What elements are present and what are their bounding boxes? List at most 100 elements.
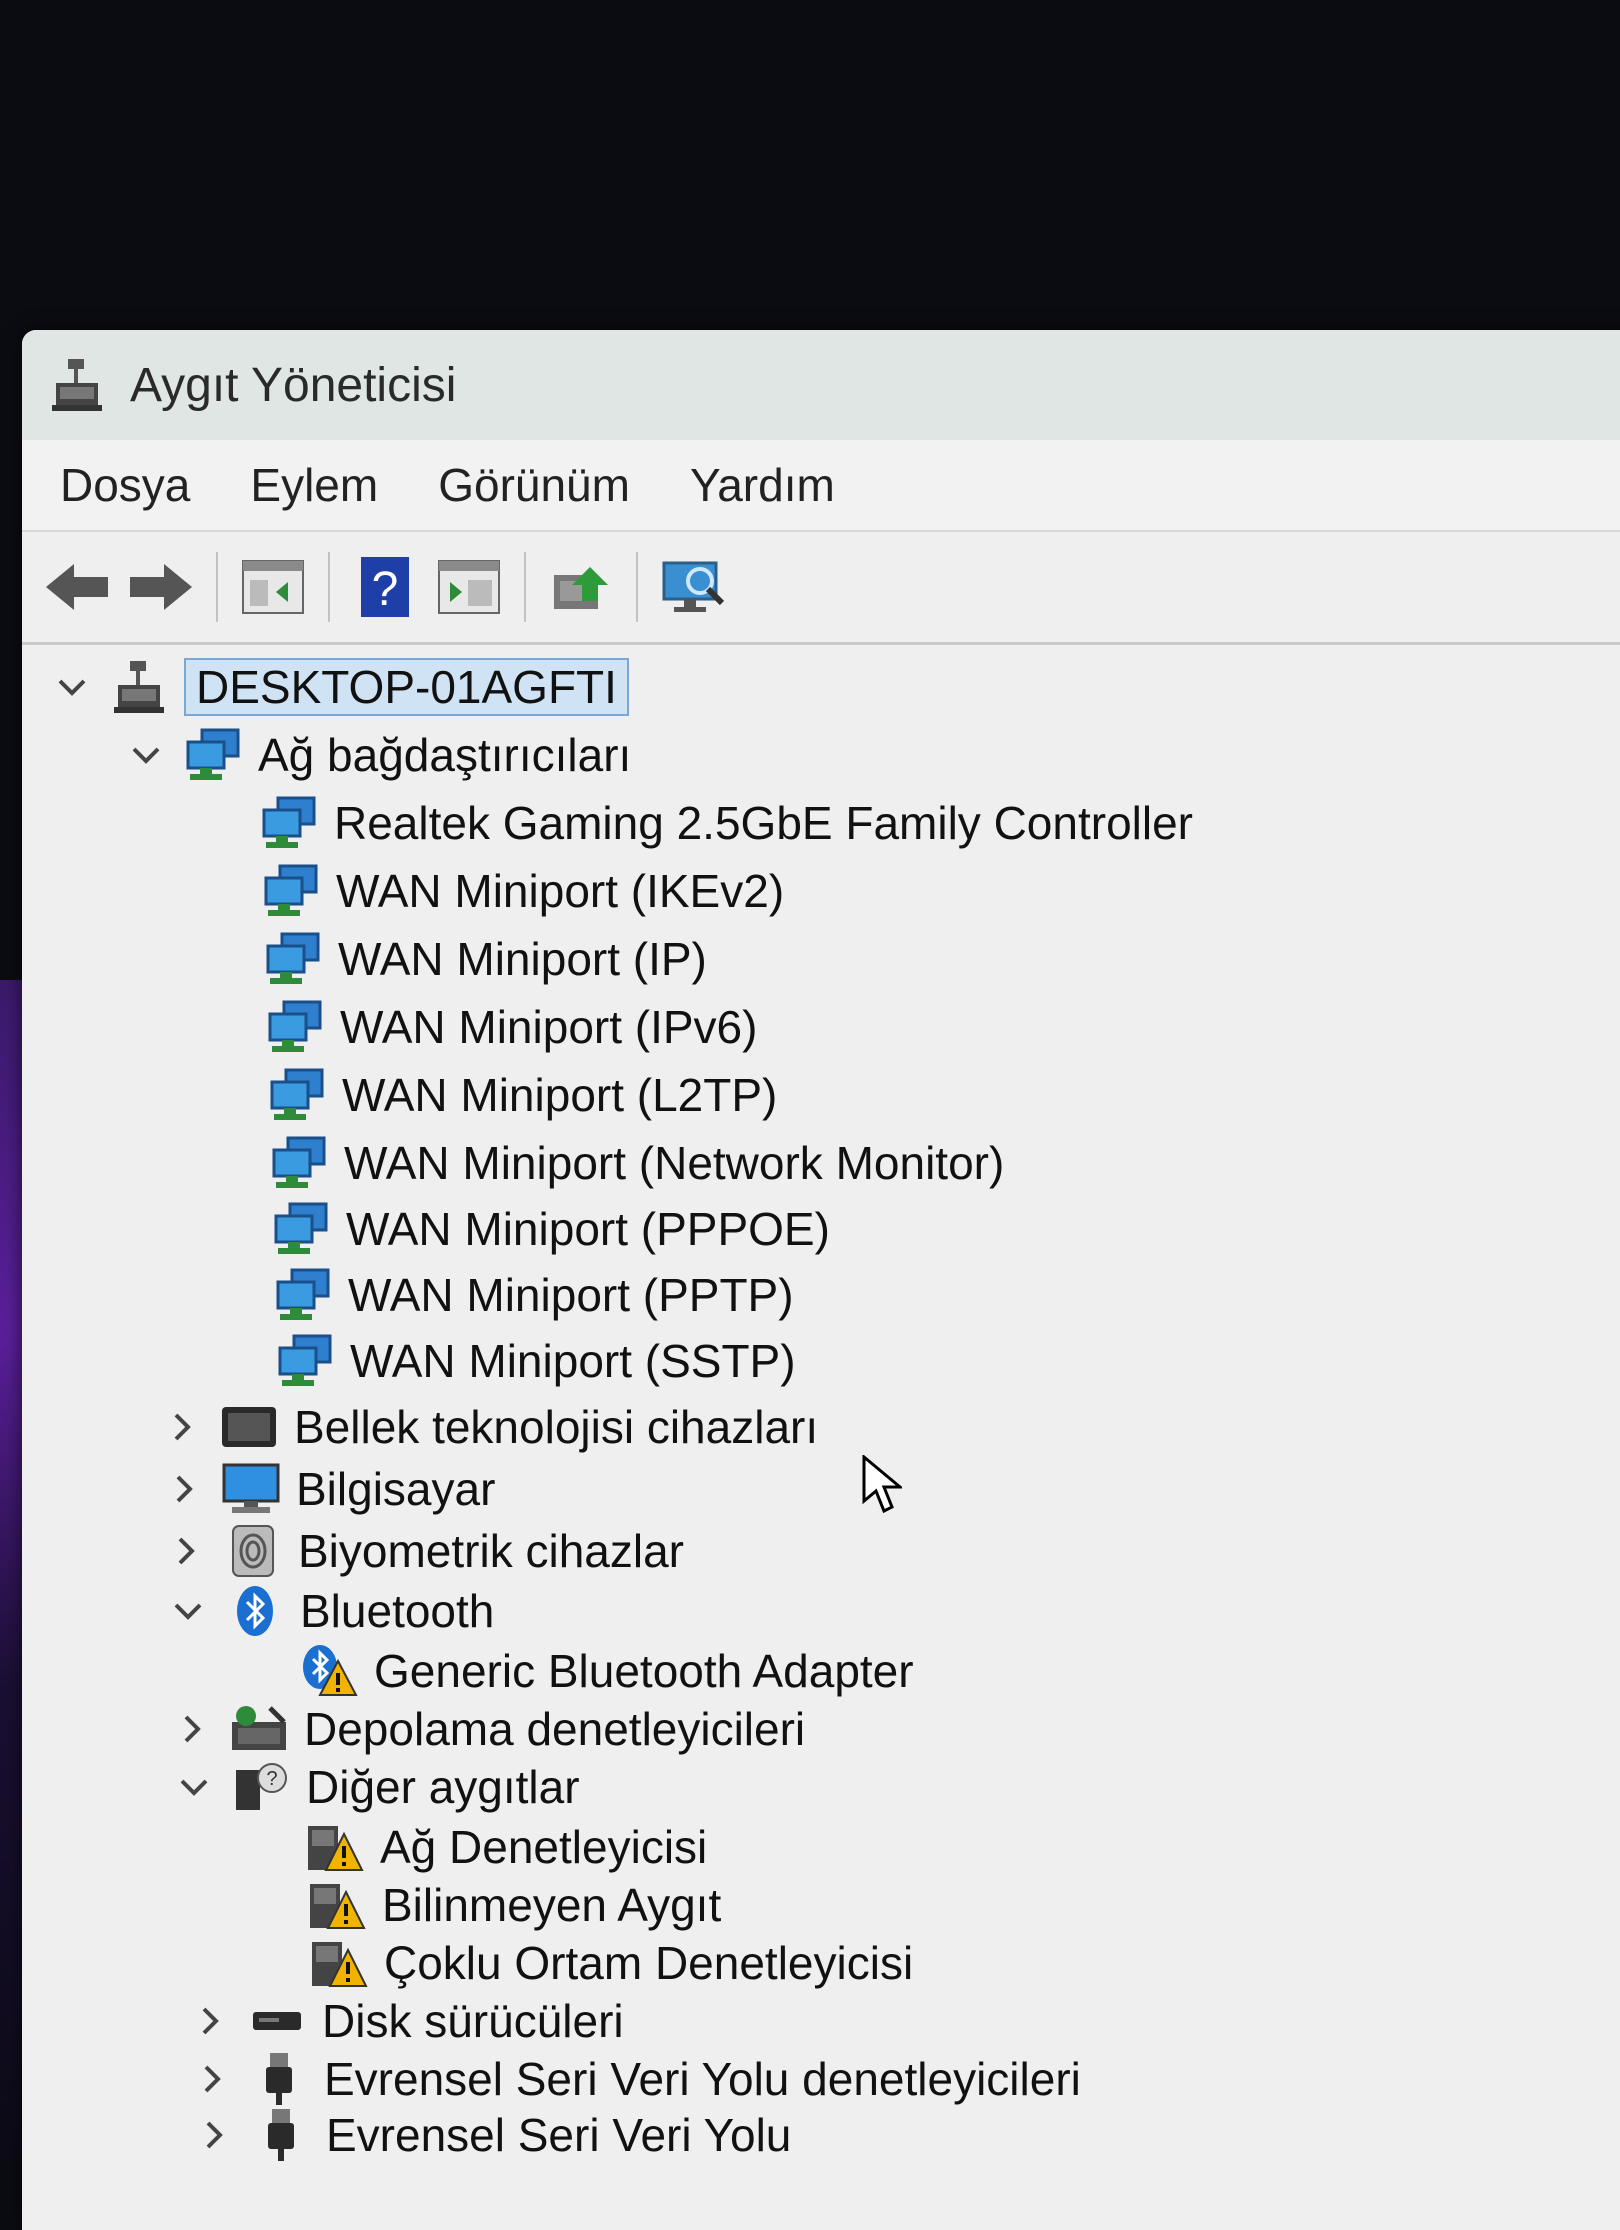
category-biometric[interactable]: Biyometrik cihazlar bbox=[166, 1521, 684, 1581]
device-label: Realtek Gaming 2.5GbE Family Controller bbox=[334, 797, 1193, 849]
device-item[interactable]: WAN Miniport (IP) bbox=[264, 929, 707, 989]
network-adapter-icon bbox=[276, 1332, 334, 1390]
toolbar: ? bbox=[22, 532, 1620, 645]
device-tree: DESKTOP-01AGFTI Ağ bağdaştırıcıları Real… bbox=[22, 645, 1620, 2161]
chevron-down-icon[interactable] bbox=[126, 735, 166, 775]
toolbar-separator bbox=[328, 552, 330, 622]
title-bar[interactable]: Aygıt Yöneticisi bbox=[22, 330, 1620, 440]
usb-plug-icon bbox=[252, 2106, 310, 2164]
menu-eylem[interactable]: Eylem bbox=[250, 458, 378, 512]
scan-hardware-icon bbox=[662, 561, 725, 612]
chevron-right-icon[interactable] bbox=[194, 2115, 234, 2155]
device-item[interactable]: Ağ Denetleyicisi bbox=[306, 1817, 707, 1877]
bluetooth-icon bbox=[226, 1582, 284, 1640]
storage-controller-icon bbox=[230, 1700, 288, 1758]
category-label: Depolama denetleyicileri bbox=[304, 1703, 806, 1755]
chevron-down-icon[interactable] bbox=[52, 667, 92, 707]
properties-button[interactable] bbox=[432, 550, 506, 624]
category-usb-2[interactable]: Evrensel Seri Veri Yolu bbox=[194, 2105, 791, 2165]
network-adapter-icon bbox=[184, 726, 242, 784]
category-label: Biyometrik cihazlar bbox=[298, 1525, 684, 1577]
menu-dosya[interactable]: Dosya bbox=[60, 458, 190, 512]
unknown-device-icon: ? bbox=[232, 1758, 290, 1816]
category-other-devices[interactable]: ? Diğer aygıtlar bbox=[174, 1757, 580, 1817]
console-tree-button[interactable] bbox=[236, 550, 310, 624]
menu-yardim[interactable]: Yardım bbox=[690, 458, 835, 512]
chevron-right-icon[interactable] bbox=[172, 1709, 212, 1749]
network-adapter-icon bbox=[270, 1134, 328, 1192]
disk-drive-icon bbox=[248, 1992, 306, 2050]
network-adapter-icon bbox=[268, 1066, 326, 1124]
device-item[interactable]: WAN Miniport (IPv6) bbox=[266, 997, 757, 1057]
device-item[interactable]: Bilinmeyen Aygıt bbox=[308, 1875, 721, 1935]
mouse-cursor-icon bbox=[862, 1455, 902, 1514]
category-bluetooth[interactable]: Bluetooth bbox=[168, 1581, 494, 1641]
device-item[interactable]: WAN Miniport (L2TP) bbox=[268, 1065, 777, 1125]
device-label: WAN Miniport (PPPOE) bbox=[346, 1203, 830, 1255]
device-item[interactable]: WAN Miniport (SSTP) bbox=[276, 1331, 796, 1391]
menu-gorunum[interactable]: Görünüm bbox=[438, 458, 630, 512]
network-adapter-icon bbox=[262, 862, 320, 920]
chevron-right-icon[interactable] bbox=[190, 2001, 230, 2041]
toolbar-separator bbox=[636, 552, 638, 622]
device-item[interactable]: WAN Miniport (PPPOE) bbox=[272, 1199, 830, 1259]
forward-button[interactable] bbox=[124, 550, 198, 624]
chevron-right-icon[interactable] bbox=[166, 1531, 206, 1571]
device-label: WAN Miniport (L2TP) bbox=[342, 1069, 778, 1121]
memory-chip-icon bbox=[220, 1398, 278, 1456]
computer-node-icon bbox=[110, 658, 168, 716]
chevron-right-icon[interactable] bbox=[164, 1469, 204, 1509]
fingerprint-icon bbox=[224, 1522, 282, 1580]
help-button[interactable]: ? bbox=[348, 550, 422, 624]
help-icon: ? bbox=[361, 557, 409, 617]
device-label: Bilinmeyen Aygıt bbox=[382, 1879, 722, 1931]
back-arrow-icon bbox=[46, 564, 108, 610]
device-label: WAN Miniport (IPv6) bbox=[340, 1001, 758, 1053]
category-network-adapters[interactable]: Ağ bağdaştırıcıları bbox=[126, 725, 631, 785]
category-storage[interactable]: Depolama denetleyicileri bbox=[172, 1699, 805, 1759]
menu-bar: Dosya Eylem Görünüm Yardım bbox=[22, 440, 1620, 532]
toolbar-separator bbox=[216, 552, 218, 622]
chevron-right-icon[interactable] bbox=[192, 2059, 232, 2099]
device-label: WAN Miniport (PPTP) bbox=[348, 1269, 794, 1321]
device-item[interactable]: WAN Miniport (Network Monitor) bbox=[270, 1133, 1004, 1193]
category-label: Bluetooth bbox=[300, 1585, 495, 1637]
network-adapter-icon bbox=[266, 998, 324, 1056]
chevron-down-icon[interactable] bbox=[174, 1767, 214, 1807]
category-label: Bellek teknolojisi cihazları bbox=[294, 1401, 819, 1453]
network-adapter-icon bbox=[274, 1266, 332, 1324]
unknown-device-warning-icon bbox=[310, 1934, 368, 1992]
device-label: WAN Miniport (IKEv2) bbox=[336, 865, 785, 917]
device-item[interactable]: Realtek Gaming 2.5GbE Family Controller bbox=[260, 793, 1193, 853]
svg-text:?: ? bbox=[372, 563, 399, 616]
category-computer[interactable]: Bilgisayar bbox=[164, 1459, 495, 1519]
svg-text:?: ? bbox=[266, 1768, 277, 1790]
scan-hardware-button[interactable] bbox=[656, 550, 730, 624]
category-disk-drives[interactable]: Disk sürücüleri bbox=[190, 1991, 624, 2051]
device-label: WAN Miniport (Network Monitor) bbox=[344, 1137, 1005, 1189]
unknown-device-warning-icon bbox=[308, 1876, 366, 1934]
usb-plug-icon bbox=[250, 2050, 308, 2108]
device-manager-window: Aygıt Yöneticisi Dosya Eylem Görünüm Yar… bbox=[22, 330, 1620, 2230]
chevron-down-icon[interactable] bbox=[168, 1591, 208, 1631]
device-item[interactable]: WAN Miniport (PPTP) bbox=[274, 1265, 794, 1325]
tree-root[interactable]: DESKTOP-01AGFTI bbox=[52, 657, 629, 717]
window-title: Aygıt Yöneticisi bbox=[130, 358, 457, 412]
back-button[interactable] bbox=[40, 550, 114, 624]
update-driver-icon bbox=[554, 567, 608, 609]
chevron-right-icon[interactable] bbox=[162, 1407, 202, 1447]
device-label: Generic Bluetooth Adapter bbox=[374, 1645, 914, 1697]
root-label: DESKTOP-01AGFTI bbox=[184, 658, 629, 716]
device-label: Çoklu Ortam Denetleyicisi bbox=[384, 1937, 914, 1989]
category-usb-controllers[interactable]: Evrensel Seri Veri Yolu denetleyicileri bbox=[192, 2049, 1081, 2109]
update-driver-button[interactable] bbox=[544, 550, 618, 624]
device-item[interactable]: Generic Bluetooth Adapter bbox=[300, 1641, 914, 1701]
category-label: Evrensel Seri Veri Yolu bbox=[326, 2109, 792, 2161]
category-label: Diğer aygıtlar bbox=[306, 1761, 580, 1813]
device-item[interactable]: WAN Miniport (IKEv2) bbox=[262, 861, 784, 921]
forward-arrow-icon bbox=[130, 564, 192, 610]
category-memory-tech[interactable]: Bellek teknolojisi cihazları bbox=[162, 1397, 818, 1457]
device-item[interactable]: Çoklu Ortam Denetleyicisi bbox=[310, 1933, 913, 1993]
category-label: Bilgisayar bbox=[296, 1463, 496, 1515]
unknown-device-warning-icon bbox=[306, 1818, 364, 1876]
